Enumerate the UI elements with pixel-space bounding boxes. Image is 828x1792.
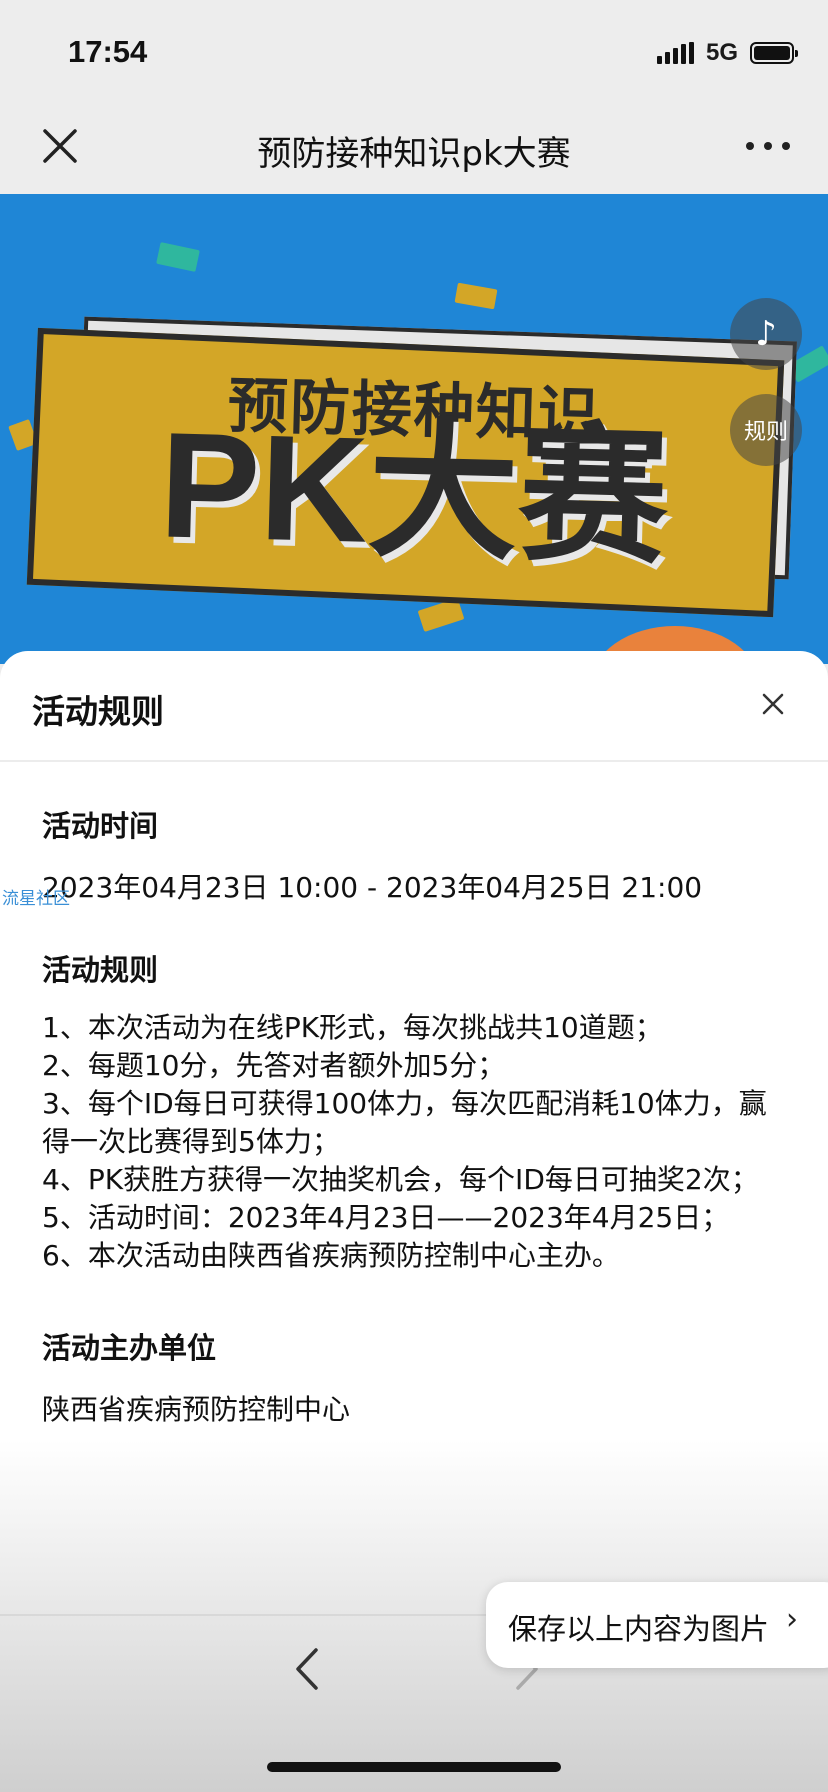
rules-button[interactable]: 规则 — [730, 394, 802, 466]
nav-bar: 预防接种知识pk大赛 — [0, 100, 828, 194]
status-bar: 17:54 5G — [0, 0, 828, 100]
organizer-text: 陕西省疾病预防控制中心 — [42, 1393, 351, 1426]
rule-item: 5、活动时间：2023年4月23日——2023年4月25日； — [42, 1201, 730, 1234]
section-heading-time: 活动时间 — [42, 809, 159, 843]
rule-item: 6、本次活动由陕西省疾病预防控制中心主办。 — [42, 1239, 620, 1272]
sheet-close-icon[interactable] — [758, 689, 788, 719]
chevron-left-icon[interactable] — [288, 1644, 328, 1694]
chevron-right-icon: › — [786, 1602, 798, 1637]
status-time: 17:54 — [68, 34, 148, 69]
rule-item: 4、PK获胜方获得一次抽奖机会，每个ID每日可抽奖2次； — [42, 1163, 759, 1196]
rule-item: 3、每个ID每日可获得100体力，每次匹配消耗10体力，赢得一次比赛得到5体力； — [42, 1087, 767, 1158]
more-icon[interactable] — [746, 138, 790, 154]
section-heading-rules: 活动规则 — [42, 953, 159, 987]
sheet-title: 活动规则 — [32, 692, 164, 731]
confetti-shape — [454, 282, 498, 310]
save-button-label: 保存以上内容为图片 — [508, 1612, 770, 1646]
section-heading-organizer: 活动主办单位 — [42, 1331, 217, 1365]
status-icons: 5G — [656, 38, 798, 68]
sheet-header: 活动规则 — [0, 651, 828, 762]
battery-icon — [750, 42, 798, 64]
save-as-image-button[interactable]: 保存以上内容为图片 › — [486, 1582, 828, 1668]
music-note-icon[interactable]: ♪ — [730, 298, 802, 370]
event-time-text: 2023年04月23日 10:00 - 2023年04月25日 21:00 — [42, 871, 703, 904]
watermark-text: 流星社区 — [2, 889, 70, 909]
signal-icon — [656, 42, 694, 64]
rules-list: 1、本次活动为在线PK形式，每次挑战共10道题； 2、每题10分，先答对者额外加… — [42, 1009, 792, 1275]
home-indicator[interactable] — [267, 1762, 561, 1772]
confetti-shape — [156, 242, 200, 272]
network-label: 5G — [705, 39, 738, 66]
event-banner: 预防接种知识 PK大赛 ♪ 规则 — [0, 194, 828, 664]
rule-item: 1、本次活动为在线PK形式，每次挑战共10道题； — [42, 1011, 663, 1044]
banner-main-title: PK大赛 — [157, 400, 671, 582]
page-title: 预防接种知识pk大赛 — [257, 134, 571, 174]
rule-item: 2、每题10分，先答对者额外加5分； — [42, 1049, 506, 1082]
rules-content: 活动时间 2023年04月23日 10:00 - 2023年04月25日 21:… — [42, 761, 792, 1429]
